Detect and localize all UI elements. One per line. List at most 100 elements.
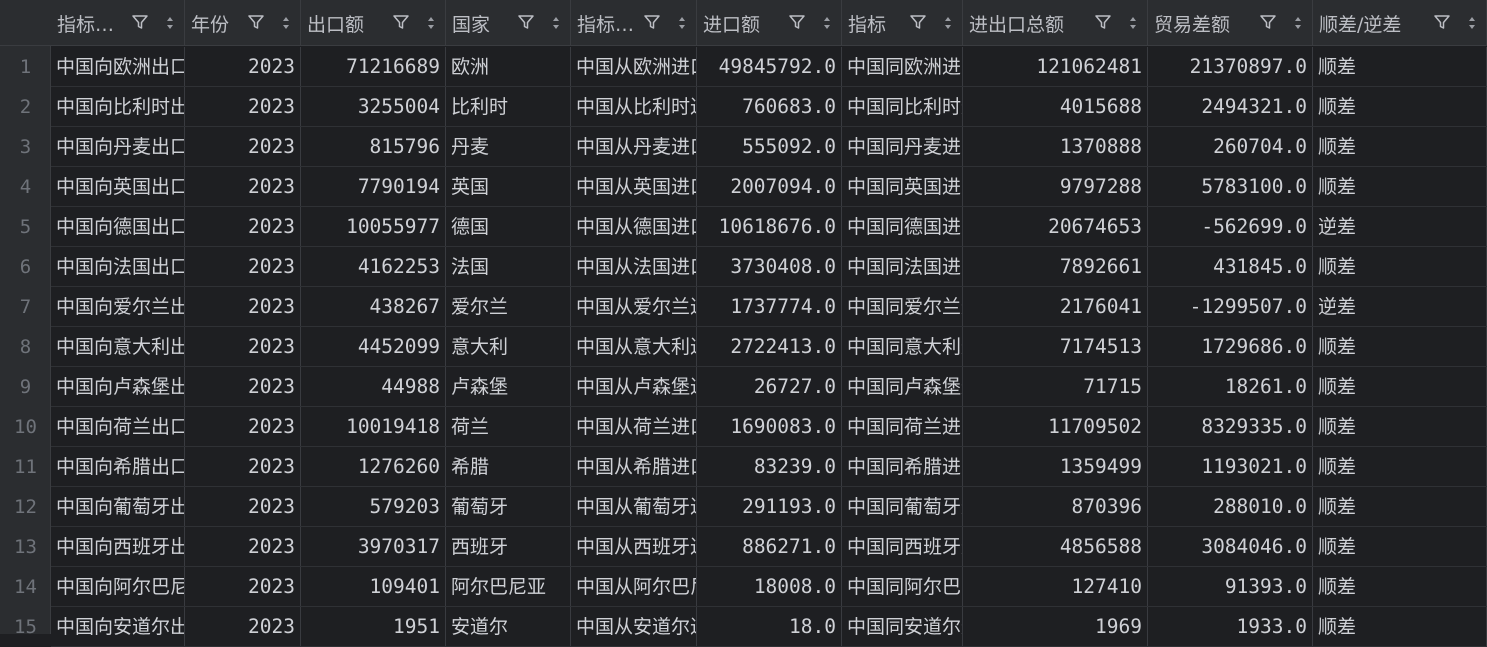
- cell-trade-balance[interactable]: 18261.0: [1148, 367, 1313, 407]
- filter-icon[interactable]: [517, 13, 535, 31]
- table-row[interactable]: 8 中国向意大利出口20234452099意大利中国从意大利进口2722413.0…: [0, 327, 1487, 367]
- cell-import-amount[interactable]: 10618676.0: [697, 207, 842, 247]
- cell-indicator-import[interactable]: 中国从西班牙进口: [571, 527, 697, 567]
- filter-icon[interactable]: [392, 13, 410, 31]
- cell-year[interactable]: 2023: [185, 127, 301, 167]
- cell-total-trade[interactable]: 2176041: [963, 287, 1148, 327]
- cell-export-amount[interactable]: 438267: [301, 287, 446, 327]
- cell-indicator-export[interactable]: 中国向意大利出口: [51, 327, 185, 367]
- cell-country[interactable]: 丹麦: [446, 127, 571, 167]
- cell-total-trade[interactable]: 7892661: [963, 247, 1148, 287]
- cell-export-amount[interactable]: 109401: [301, 567, 446, 607]
- cell-year[interactable]: 2023: [185, 607, 301, 647]
- cell-total-trade[interactable]: 11709502: [963, 407, 1148, 447]
- cell-export-amount[interactable]: 7790194: [301, 167, 446, 207]
- cell-year[interactable]: 2023: [185, 287, 301, 327]
- column-header-indicator-export[interactable]: 指标…: [51, 0, 185, 46]
- cell-indicator-import[interactable]: 中国从希腊进口: [571, 447, 697, 487]
- cell-indicator-import[interactable]: 中国从比利时进口: [571, 87, 697, 127]
- column-header-import-amount[interactable]: 进口额: [697, 0, 842, 46]
- filter-icon[interactable]: [131, 13, 149, 31]
- table-row[interactable]: 15 中国向安道尔出口20231951安道尔中国从安道尔进口18.0中国同安道尔进…: [0, 607, 1487, 647]
- cell-trade-balance[interactable]: 8329335.0: [1148, 407, 1313, 447]
- cell-surplus-deficit[interactable]: 顺差: [1313, 447, 1487, 487]
- cell-import-amount[interactable]: 83239.0: [697, 447, 842, 487]
- cell-indicator-total[interactable]: 中国同葡萄牙进出口: [842, 487, 963, 527]
- cell-indicator-total[interactable]: 中国同阿尔巴尼亚进出口: [842, 567, 963, 607]
- cell-indicator-import[interactable]: 中国从荷兰进口: [571, 407, 697, 447]
- cell-indicator-total[interactable]: 中国同法国进出口: [842, 247, 963, 287]
- cell-country[interactable]: 阿尔巴尼亚: [446, 567, 571, 607]
- cell-indicator-export[interactable]: 中国向英国出口: [51, 167, 185, 207]
- cell-country[interactable]: 德国: [446, 207, 571, 247]
- cell-indicator-import[interactable]: 中国从意大利进口: [571, 327, 697, 367]
- cell-indicator-import[interactable]: 中国从丹麦进口: [571, 127, 697, 167]
- cell-export-amount[interactable]: 1951: [301, 607, 446, 647]
- cell-export-amount[interactable]: 1276260: [301, 447, 446, 487]
- cell-total-trade[interactable]: 20674653: [963, 207, 1148, 247]
- cell-export-amount[interactable]: 815796: [301, 127, 446, 167]
- cell-trade-balance[interactable]: 3084046.0: [1148, 527, 1313, 567]
- cell-indicator-import[interactable]: 中国从欧洲进口: [571, 47, 697, 87]
- table-row[interactable]: 4 中国向英国出口 2023 7790194 英国 中国从英国进口 2007094.0 中国同…: [0, 167, 1487, 207]
- cell-indicator-total[interactable]: 中国同爱尔兰进出口: [842, 287, 963, 327]
- cell-country[interactable]: 欧洲: [446, 47, 571, 87]
- column-header-year[interactable]: 年份: [185, 0, 301, 46]
- cell-indicator-import[interactable]: 中国从德国进口: [571, 207, 697, 247]
- cell-year[interactable]: 2023: [185, 447, 301, 487]
- table-row[interactable]: 2 中国向比利时出口20233255004比利时中国从比利时进口760683.0中…: [0, 87, 1487, 127]
- cell-indicator-export[interactable]: 中国向法国出口: [51, 247, 185, 287]
- table-row[interactable]: 6 中国向法国出口 2023 4162253 法国 中国从法国进口 3730408.0 中国同…: [0, 247, 1487, 287]
- cell-indicator-total[interactable]: 中国同英国进出口: [842, 167, 963, 207]
- column-header-total-trade[interactable]: 进出口总额: [963, 0, 1148, 46]
- sort-icon[interactable]: [1467, 14, 1477, 30]
- cell-total-trade[interactable]: 870396: [963, 487, 1148, 527]
- cell-trade-balance[interactable]: 2494321.0: [1148, 87, 1313, 127]
- cell-trade-balance[interactable]: 21370897.0: [1148, 47, 1313, 87]
- cell-export-amount[interactable]: 44988: [301, 367, 446, 407]
- filter-icon[interactable]: [1094, 13, 1112, 31]
- sort-icon[interactable]: [551, 14, 561, 30]
- sort-icon[interactable]: [943, 14, 953, 30]
- cell-country[interactable]: 希腊: [446, 447, 571, 487]
- cell-trade-balance[interactable]: 288010.0: [1148, 487, 1313, 527]
- cell-indicator-export[interactable]: 中国向欧洲出口: [51, 47, 185, 87]
- cell-import-amount[interactable]: 886271.0: [697, 527, 842, 567]
- cell-trade-balance[interactable]: -1299507.0: [1148, 287, 1313, 327]
- cell-country[interactable]: 荷兰: [446, 407, 571, 447]
- cell-export-amount[interactable]: 4162253: [301, 247, 446, 287]
- cell-import-amount[interactable]: 1737774.0: [697, 287, 842, 327]
- cell-surplus-deficit[interactable]: 顺差: [1313, 607, 1487, 647]
- cell-indicator-export[interactable]: 中国向卢森堡出口: [51, 367, 185, 407]
- cell-total-trade[interactable]: 127410: [963, 567, 1148, 607]
- cell-country[interactable]: 葡萄牙: [446, 487, 571, 527]
- cell-indicator-import[interactable]: 中国从法国进口: [571, 247, 697, 287]
- cell-indicator-export[interactable]: 中国向荷兰出口: [51, 407, 185, 447]
- cell-indicator-export[interactable]: 中国向丹麦出口: [51, 127, 185, 167]
- column-header-indicator-import[interactable]: 指标…: [571, 0, 697, 46]
- cell-total-trade[interactable]: 4856588: [963, 527, 1148, 567]
- cell-country[interactable]: 意大利: [446, 327, 571, 367]
- cell-total-trade[interactable]: 121062481: [963, 47, 1148, 87]
- cell-surplus-deficit[interactable]: 逆差: [1313, 207, 1487, 247]
- filter-icon[interactable]: [1433, 13, 1451, 31]
- cell-indicator-export[interactable]: 中国向西班牙出口: [51, 527, 185, 567]
- cell-indicator-export[interactable]: 中国向德国出口: [51, 207, 185, 247]
- cell-surplus-deficit[interactable]: 顺差: [1313, 47, 1487, 87]
- sort-icon[interactable]: [1293, 14, 1303, 30]
- table-row[interactable]: 12 中国向葡萄牙出口2023579203葡萄牙中国从葡萄牙进口291193.0中…: [0, 487, 1487, 527]
- cell-import-amount[interactable]: 291193.0: [697, 487, 842, 527]
- cell-indicator-export[interactable]: 中国向希腊出口: [51, 447, 185, 487]
- cell-year[interactable]: 2023: [185, 207, 301, 247]
- cell-import-amount[interactable]: 760683.0: [697, 87, 842, 127]
- table-row[interactable]: 5 中国向德国出口 2023 10055977 德国 中国从德国进口 10618676.0 中…: [0, 207, 1487, 247]
- cell-year[interactable]: 2023: [185, 247, 301, 287]
- cell-total-trade[interactable]: 4015688: [963, 87, 1148, 127]
- cell-country[interactable]: 西班牙: [446, 527, 571, 567]
- column-header-trade-balance[interactable]: 贸易差额: [1148, 0, 1313, 46]
- cell-indicator-total[interactable]: 中国同西班牙进出口: [842, 527, 963, 567]
- cell-surplus-deficit[interactable]: 逆差: [1313, 287, 1487, 327]
- cell-import-amount[interactable]: 49845792.0: [697, 47, 842, 87]
- cell-export-amount[interactable]: 71216689: [301, 47, 446, 87]
- column-header-indicator-total[interactable]: 指标: [842, 0, 963, 46]
